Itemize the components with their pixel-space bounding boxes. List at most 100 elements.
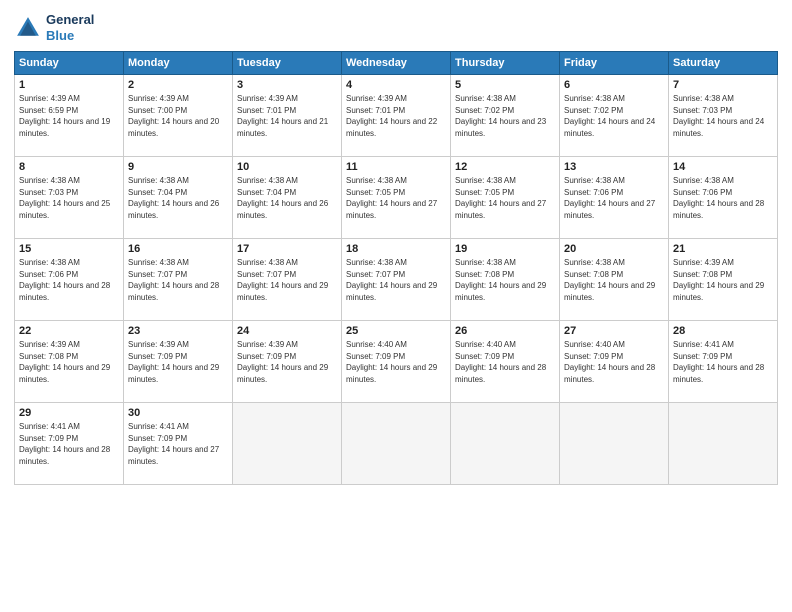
- weekday-thursday: Thursday: [451, 52, 560, 75]
- day-info: Sunrise: 4:41 AMSunset: 7:09 PMDaylight:…: [673, 339, 773, 385]
- day-info: Sunrise: 4:38 AMSunset: 7:06 PMDaylight:…: [19, 257, 119, 303]
- day-number: 22: [19, 325, 119, 337]
- day-number: 10: [237, 161, 337, 173]
- day-number: 7: [673, 79, 773, 91]
- weekday-friday: Friday: [560, 52, 669, 75]
- day-info: Sunrise: 4:38 AMSunset: 7:03 PMDaylight:…: [673, 93, 773, 139]
- day-number: 26: [455, 325, 555, 337]
- day-number: 2: [128, 79, 228, 91]
- calendar-cell: 30 Sunrise: 4:41 AMSunset: 7:09 PMDayligh…: [124, 403, 233, 485]
- calendar-cell: [560, 403, 669, 485]
- day-number: 5: [455, 79, 555, 91]
- calendar-cell: 21 Sunrise: 4:39 AMSunset: 7:08 PMDayligh…: [669, 239, 778, 321]
- day-number: 8: [19, 161, 119, 173]
- calendar-cell: [342, 403, 451, 485]
- calendar-cell: 19Sunrise: 4:38 AMSunset: 7:08 PMDayligh…: [451, 239, 560, 321]
- day-number: 28: [673, 325, 773, 337]
- day-number: 21: [673, 243, 773, 255]
- calendar-week-1: 1Sunrise: 4:39 AMSunset: 6:59 PMDaylight…: [15, 75, 778, 157]
- weekday-monday: Monday: [124, 52, 233, 75]
- calendar-cell: [233, 403, 342, 485]
- logo-text: General Blue: [46, 12, 94, 43]
- calendar-cell: 15 Sunrise: 4:38 AMSunset: 7:06 PMDayligh…: [15, 239, 124, 321]
- header: General Blue: [14, 12, 778, 43]
- day-number: 17: [237, 243, 337, 255]
- day-info: Sunrise: 4:39 AMSunset: 7:01 PMDaylight:…: [237, 93, 337, 139]
- calendar-cell: 1Sunrise: 4:39 AMSunset: 6:59 PMDaylight…: [15, 75, 124, 157]
- day-number: 19: [455, 243, 555, 255]
- calendar-body: 1Sunrise: 4:39 AMSunset: 6:59 PMDaylight…: [15, 75, 778, 485]
- day-number: 3: [237, 79, 337, 91]
- calendar-cell: 29 Sunrise: 4:41 AMSunset: 7:09 PMDayligh…: [15, 403, 124, 485]
- calendar-cell: 18 Sunrise: 4:38 AMSunset: 7:07 PMDayligh…: [342, 239, 451, 321]
- calendar-cell: [451, 403, 560, 485]
- day-info: Sunrise: 4:38 AMSunset: 7:03 PMDaylight:…: [19, 175, 119, 221]
- logo-icon: [14, 14, 42, 42]
- calendar-cell: 12 Sunrise: 4:38 AMSunset: 7:05 PMDayligh…: [451, 157, 560, 239]
- calendar-cell: 13 Sunrise: 4:38 AMSunset: 7:06 PMDayligh…: [560, 157, 669, 239]
- calendar-cell: 23Sunrise: 4:39 AMSunset: 7:09 PMDayligh…: [124, 321, 233, 403]
- day-info: Sunrise: 4:39 AMSunset: 6:59 PMDaylight:…: [19, 93, 119, 139]
- calendar-cell: 9 Sunrise: 4:38 AMSunset: 7:04 PMDaylight…: [124, 157, 233, 239]
- calendar-cell: 17Sunrise: 4:38 AMSunset: 7:07 PMDayligh…: [233, 239, 342, 321]
- weekday-sunday: Sunday: [15, 52, 124, 75]
- calendar-week-4: 22 Sunrise: 4:39 AMSunset: 7:08 PMDayligh…: [15, 321, 778, 403]
- day-info: Sunrise: 4:39 AMSunset: 7:01 PMDaylight:…: [346, 93, 446, 139]
- calendar-week-5: 29 Sunrise: 4:41 AMSunset: 7:09 PMDayligh…: [15, 403, 778, 485]
- weekday-wednesday: Wednesday: [342, 52, 451, 75]
- calendar-cell: 4 Sunrise: 4:39 AMSunset: 7:01 PMDaylight…: [342, 75, 451, 157]
- day-number: 30: [128, 407, 228, 419]
- calendar-table: SundayMondayTuesdayWednesdayThursdayFrid…: [14, 51, 778, 485]
- day-info: Sunrise: 4:40 AMSunset: 7:09 PMDaylight:…: [346, 339, 446, 385]
- day-number: 25: [346, 325, 446, 337]
- day-info: Sunrise: 4:38 AMSunset: 7:07 PMDaylight:…: [128, 257, 228, 303]
- day-info: Sunrise: 4:38 AMSunset: 7:06 PMDaylight:…: [564, 175, 664, 221]
- day-number: 4: [346, 79, 446, 91]
- day-number: 29: [19, 407, 119, 419]
- calendar-week-3: 15 Sunrise: 4:38 AMSunset: 7:06 PMDayligh…: [15, 239, 778, 321]
- day-info: Sunrise: 4:39 AMSunset: 7:09 PMDaylight:…: [128, 339, 228, 385]
- day-number: 13: [564, 161, 664, 173]
- day-number: 16: [128, 243, 228, 255]
- day-info: Sunrise: 4:38 AMSunset: 7:05 PMDaylight:…: [346, 175, 446, 221]
- calendar-cell: 27 Sunrise: 4:40 AMSunset: 7:09 PMDayligh…: [560, 321, 669, 403]
- day-info: Sunrise: 4:40 AMSunset: 7:09 PMDaylight:…: [564, 339, 664, 385]
- day-number: 15: [19, 243, 119, 255]
- calendar-cell: 14 Sunrise: 4:38 AMSunset: 7:06 PMDayligh…: [669, 157, 778, 239]
- calendar-cell: 20 Sunrise: 4:38 AMSunset: 7:08 PMDayligh…: [560, 239, 669, 321]
- day-number: 18: [346, 243, 446, 255]
- day-number: 9: [128, 161, 228, 173]
- calendar-week-2: 8 Sunrise: 4:38 AMSunset: 7:03 PMDaylight…: [15, 157, 778, 239]
- calendar-header: SundayMondayTuesdayWednesdayThursdayFrid…: [15, 52, 778, 75]
- weekday-saturday: Saturday: [669, 52, 778, 75]
- calendar-cell: 16 Sunrise: 4:38 AMSunset: 7:07 PMDayligh…: [124, 239, 233, 321]
- day-info: Sunrise: 4:38 AMSunset: 7:04 PMDaylight:…: [128, 175, 228, 221]
- calendar-cell: 26Sunrise: 4:40 AMSunset: 7:09 PMDayligh…: [451, 321, 560, 403]
- calendar-cell: [669, 403, 778, 485]
- day-info: Sunrise: 4:38 AMSunset: 7:04 PMDaylight:…: [237, 175, 337, 221]
- page: General Blue SundayMondayTuesdayWednesda…: [0, 0, 792, 612]
- day-info: Sunrise: 4:41 AMSunset: 7:09 PMDaylight:…: [128, 421, 228, 467]
- day-info: Sunrise: 4:39 AMSunset: 7:09 PMDaylight:…: [237, 339, 337, 385]
- calendar-cell: 3 Sunrise: 4:39 AMSunset: 7:01 PMDaylight…: [233, 75, 342, 157]
- day-info: Sunrise: 4:38 AMSunset: 7:05 PMDaylight:…: [455, 175, 555, 221]
- day-info: Sunrise: 4:38 AMSunset: 7:07 PMDaylight:…: [346, 257, 446, 303]
- day-info: Sunrise: 4:41 AMSunset: 7:09 PMDaylight:…: [19, 421, 119, 467]
- day-number: 20: [564, 243, 664, 255]
- day-info: Sunrise: 4:38 AMSunset: 7:06 PMDaylight:…: [673, 175, 773, 221]
- day-number: 12: [455, 161, 555, 173]
- day-info: Sunrise: 4:39 AMSunset: 7:08 PMDaylight:…: [673, 257, 773, 303]
- calendar-cell: 8 Sunrise: 4:38 AMSunset: 7:03 PMDaylight…: [15, 157, 124, 239]
- day-number: 27: [564, 325, 664, 337]
- day-info: Sunrise: 4:38 AMSunset: 7:08 PMDaylight:…: [564, 257, 664, 303]
- weekday-header-row: SundayMondayTuesdayWednesdayThursdayFrid…: [15, 52, 778, 75]
- day-number: 14: [673, 161, 773, 173]
- day-number: 6: [564, 79, 664, 91]
- calendar-cell: 24 Sunrise: 4:39 AMSunset: 7:09 PMDayligh…: [233, 321, 342, 403]
- calendar-cell: 5 Sunrise: 4:38 AMSunset: 7:02 PMDaylight…: [451, 75, 560, 157]
- calendar-cell: 22 Sunrise: 4:39 AMSunset: 7:08 PMDayligh…: [15, 321, 124, 403]
- day-info: Sunrise: 4:38 AMSunset: 7:02 PMDaylight:…: [455, 93, 555, 139]
- calendar-cell: 6Sunrise: 4:38 AMSunset: 7:02 PMDaylight…: [560, 75, 669, 157]
- day-number: 24: [237, 325, 337, 337]
- day-info: Sunrise: 4:39 AMSunset: 7:08 PMDaylight:…: [19, 339, 119, 385]
